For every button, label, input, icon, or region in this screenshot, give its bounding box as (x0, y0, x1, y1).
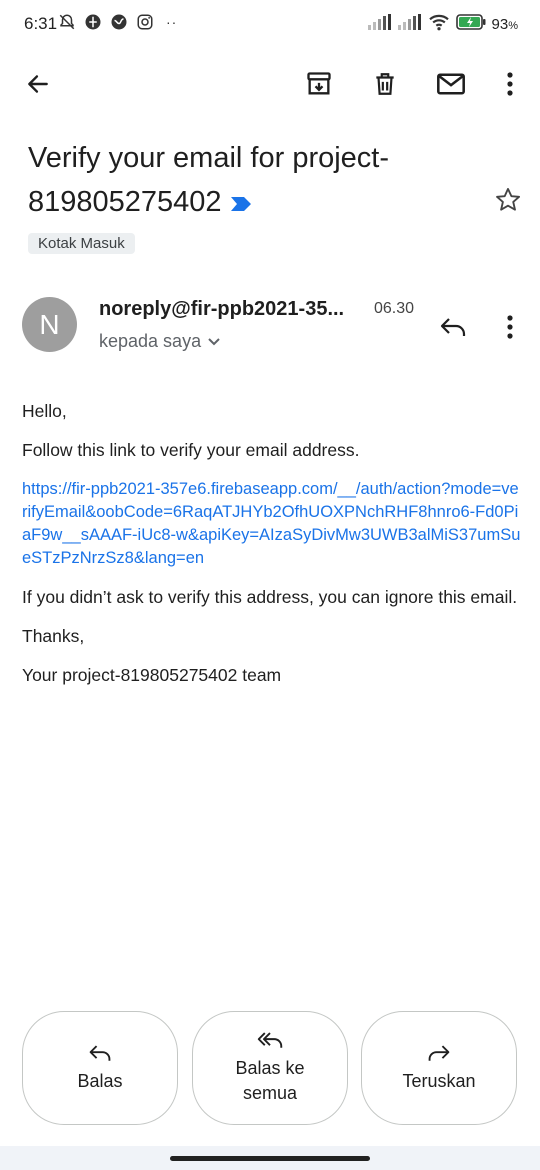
reply-all-action-button[interactable]: Balas ke semua (192, 1011, 348, 1125)
reply-label: Balas (77, 1070, 123, 1091)
email-body: Hello, Follow this link to verify your e… (22, 400, 522, 703)
arrow-left-icon (28, 75, 48, 93)
recipient-label: kepada saya (99, 331, 202, 351)
status-notification-icons: ·· (58, 13, 177, 31)
star-icon[interactable] (490, 182, 526, 218)
email-toolbar (0, 56, 540, 112)
instagram-icon (136, 13, 154, 31)
chevron-down-icon (208, 337, 220, 345)
more-vert-icon (507, 315, 513, 339)
wifi-icon (428, 13, 450, 36)
status-system-icons: 93% (367, 13, 518, 36)
home-gesture-handle[interactable] (170, 1156, 370, 1161)
back-button[interactable] (16, 62, 60, 106)
reply-action-button[interactable]: Balas (22, 1011, 178, 1125)
avatar: N (22, 297, 77, 352)
archive-icon (307, 72, 331, 95)
forward-icon (428, 1044, 450, 1061)
mark-unread-button[interactable] (429, 62, 473, 106)
signal-icon-2 (397, 14, 422, 35)
more-notifications-indicator: ·· (166, 14, 178, 30)
reply-button[interactable] (434, 308, 472, 346)
body-signature: Your project-819805275402 team (22, 665, 282, 685)
forward-action-button[interactable]: Teruskan (361, 1011, 517, 1125)
message-more-button[interactable] (494, 308, 526, 346)
email-subject-text: Verify your email for project-8198052754… (28, 142, 390, 218)
more-options-button[interactable] (488, 62, 532, 106)
signal-icon (367, 14, 392, 35)
navigation-bar (0, 1146, 540, 1170)
status-bar: 6:31 ·· 93% (0, 0, 540, 50)
importance-marker-icon[interactable] (230, 181, 252, 225)
reply-icon (89, 1044, 111, 1061)
email-time: 06.30 (374, 300, 415, 317)
reply-all-icon (257, 1032, 283, 1048)
battery-charging-icon (455, 14, 486, 35)
bell-off-icon (58, 13, 76, 31)
sender-name: noreply@fir-ppb2021-35... (99, 298, 345, 320)
verify-link[interactable]: https://fir-ppb2021-357e6.firebaseapp.co… (22, 478, 522, 570)
archive-button[interactable] (297, 62, 341, 106)
body-instruction: Follow this link to verify your email ad… (22, 440, 360, 460)
forward-label: Teruskan (402, 1070, 476, 1091)
battery-percent: 93% (491, 16, 518, 33)
reply-actions: Balas Balas ke semua Teruskan (22, 1011, 518, 1127)
recipient-details[interactable]: kepada saya (99, 331, 221, 352)
app-notification-icon (84, 13, 102, 31)
label-chip[interactable]: Kotak Masuk (28, 233, 135, 254)
globe-icon (110, 13, 128, 31)
trash-icon (376, 73, 394, 95)
delete-button[interactable] (363, 62, 407, 106)
reply-icon (440, 318, 466, 336)
email-subject: Verify your email for project-8198052754… (28, 136, 468, 225)
reply-all-label: Balas ke semua (235, 1058, 305, 1103)
body-disclaimer: If you didn’t ask to verify this address… (22, 587, 518, 607)
mail-icon (437, 73, 465, 95)
status-time: 6:31 (24, 14, 58, 33)
body-greeting: Hello, (22, 401, 67, 421)
more-vert-icon (507, 72, 513, 96)
body-thanks: Thanks, (22, 626, 85, 646)
